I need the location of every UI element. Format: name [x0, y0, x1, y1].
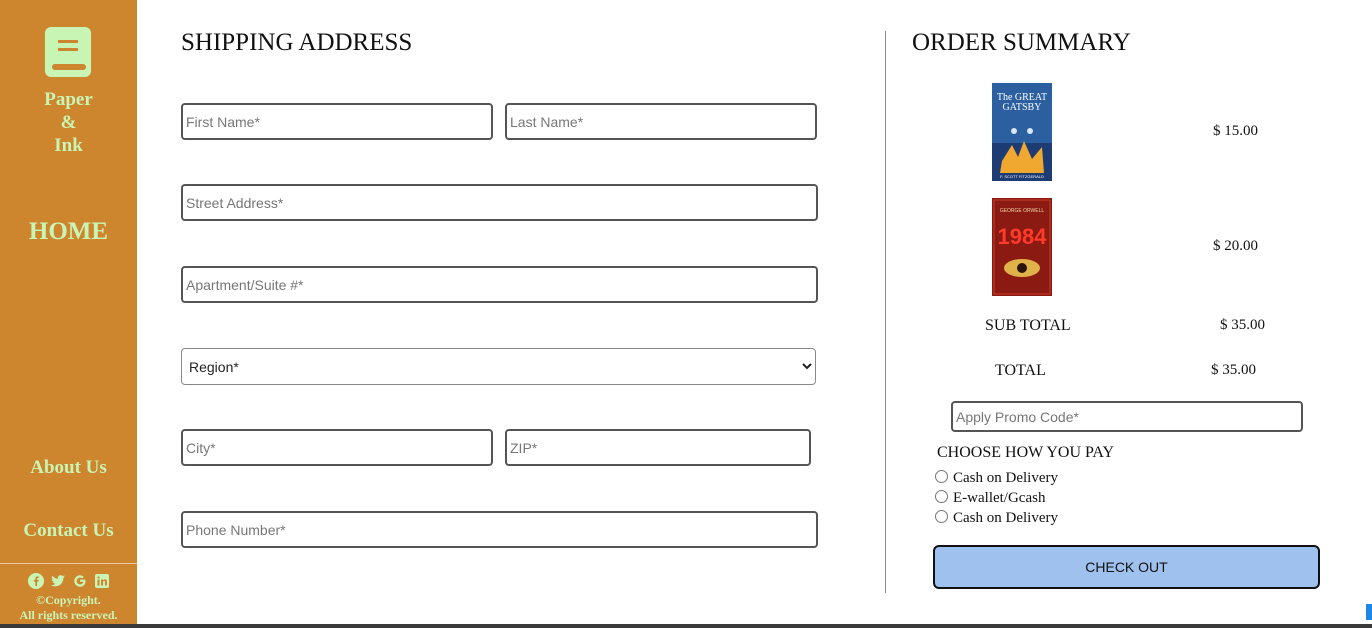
- copyright: ©Copyright. All rights reserved.: [0, 593, 137, 623]
- checkout-button[interactable]: CHECK OUT: [933, 545, 1320, 589]
- scrollbar-thumb[interactable]: [1366, 604, 1372, 620]
- item-price: $ 15.00: [1213, 123, 1258, 139]
- apartment-field[interactable]: [181, 266, 818, 303]
- facebook-icon[interactable]: [27, 573, 44, 590]
- brand-line-1: Paper: [44, 89, 93, 110]
- payment-option-label: E-wallet/Gcash: [953, 490, 1046, 506]
- item-price: $ 20.00: [1213, 238, 1258, 254]
- horizontal-scrollbar[interactable]: [0, 624, 1372, 628]
- payment-radio[interactable]: [935, 490, 948, 503]
- total-value: $ 35.00: [1211, 362, 1256, 378]
- payment-option-cod[interactable]: Cash on Delivery: [935, 470, 1058, 487]
- zip-field[interactable]: [505, 429, 811, 466]
- city-field[interactable]: [181, 429, 493, 466]
- last-name-field[interactable]: [505, 103, 817, 140]
- nav-home-link[interactable]: HOME: [0, 218, 137, 246]
- section-divider: [885, 31, 886, 593]
- order-summary-title: ORDER SUMMARY: [912, 29, 1131, 56]
- gatsby-author: F. SCOTT FITZGERALD: [1000, 174, 1044, 179]
- gatsby-title-bottom: GATSBY: [1003, 102, 1042, 113]
- sidebar-divider: [0, 563, 137, 564]
- social-links: [0, 572, 137, 590]
- subtotal-label: SUB TOTAL: [985, 317, 1071, 334]
- rights-line: All rights reserved.: [19, 608, 118, 622]
- brand-line-3: Ink: [54, 135, 83, 156]
- payment-option-ewallet[interactable]: E-wallet/Gcash: [935, 490, 1045, 507]
- payment-option-label: Cash on Delivery: [953, 510, 1058, 526]
- phone-number-field[interactable]: [181, 511, 818, 548]
- book-1984-title: 1984: [998, 224, 1048, 249]
- brand-name[interactable]: Paper & Ink: [0, 88, 137, 157]
- twitter-icon[interactable]: [50, 573, 66, 589]
- payment-title: CHOOSE HOW YOU PAY: [937, 444, 1115, 461]
- region-select[interactable]: Region*: [181, 348, 816, 385]
- payment-radio[interactable]: [935, 470, 948, 483]
- payment-radio[interactable]: [935, 510, 948, 523]
- google-icon[interactable]: [72, 573, 88, 589]
- shipping-title: SHIPPING ADDRESS: [181, 29, 413, 56]
- book-1984-cover: GEORGE ORWELL 1984: [992, 198, 1052, 296]
- payment-option-cod-2[interactable]: Cash on Delivery: [935, 510, 1058, 527]
- book-logo-icon: [45, 27, 91, 77]
- copyright-line: ©Copyright.: [36, 593, 101, 607]
- nav-contact-link[interactable]: Contact Us: [0, 520, 137, 542]
- subtotal-value: $ 35.00: [1220, 317, 1265, 333]
- first-name-field[interactable]: [181, 103, 493, 140]
- great-gatsby-cover: The GREAT GATSBY F. SCOTT FITZGERALD: [992, 83, 1052, 181]
- street-address-field[interactable]: [181, 184, 818, 221]
- brand-line-2: &: [60, 112, 77, 133]
- payment-option-label: Cash on Delivery: [953, 470, 1058, 486]
- sidebar: Paper & Ink HOME About Us Contact Us ©Co…: [0, 0, 137, 628]
- promo-code-field[interactable]: [951, 401, 1303, 432]
- linkedin-icon[interactable]: [94, 573, 110, 589]
- nav-about-link[interactable]: About Us: [0, 457, 137, 479]
- book-1984-author: GEORGE ORWELL: [1000, 208, 1045, 214]
- total-label: TOTAL: [995, 362, 1046, 379]
